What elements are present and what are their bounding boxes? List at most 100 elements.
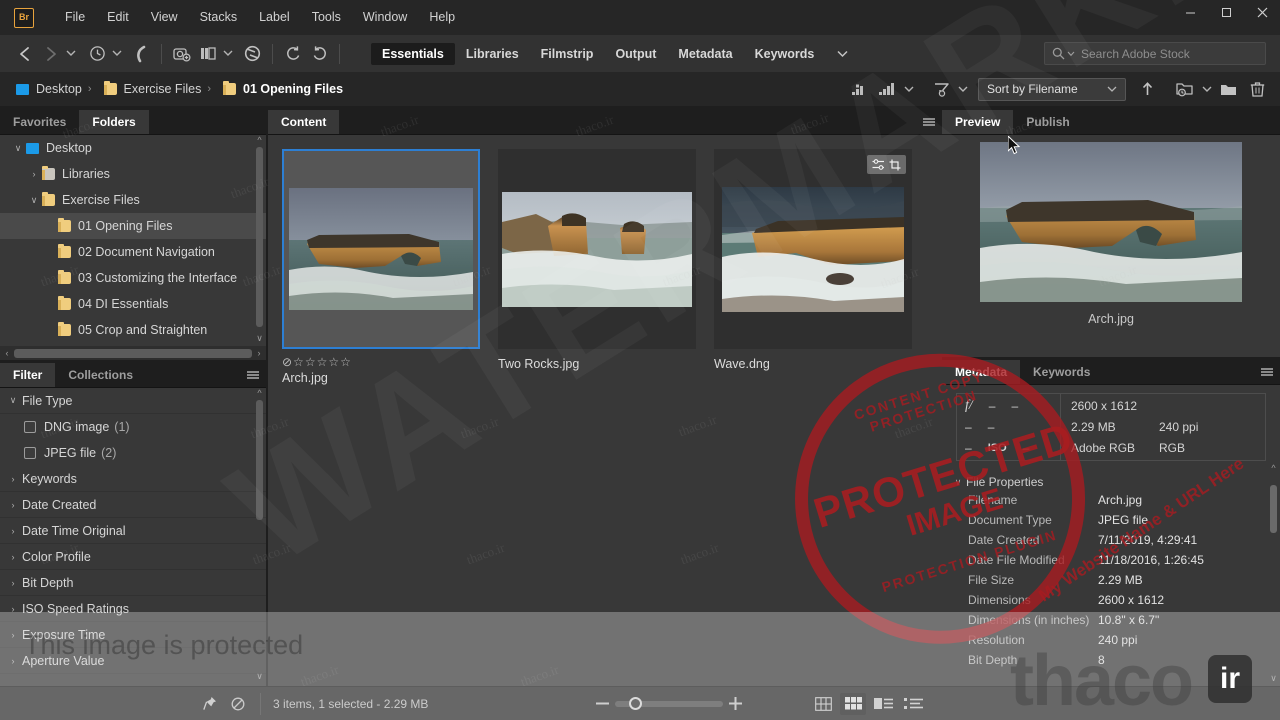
thumbnail-zoom-control[interactable] [596, 696, 742, 710]
workspace-tab-output[interactable]: Output [604, 43, 667, 65]
tree-item-libraries[interactable]: › Libraries [0, 161, 266, 187]
forward-icon[interactable] [38, 41, 64, 67]
filter-group-date-created[interactable]: › Date Created [0, 492, 266, 518]
twisty-icon[interactable]: › [4, 526, 22, 536]
content-panel-menu-icon[interactable] [916, 110, 942, 134]
minimize-button[interactable] [1172, 0, 1208, 28]
filter-group-exposure-time[interactable]: › Exposure Time [0, 622, 266, 648]
menu-stacks[interactable]: Stacks [189, 0, 249, 35]
menu-edit[interactable]: Edit [96, 0, 140, 35]
details-view-button[interactable] [870, 693, 896, 715]
filter-vertical-scrollbar[interactable]: ^ ∨ [255, 388, 264, 682]
open-in-camera-raw-icon[interactable] [239, 41, 265, 67]
history-dropdown-caret-icon[interactable] [110, 41, 124, 67]
pin-icon[interactable] [196, 692, 224, 716]
scroll-up-icon[interactable]: ^ [1269, 463, 1278, 473]
refine-dropdown-caret-icon[interactable] [221, 41, 235, 67]
scroll-down-icon[interactable]: ∨ [255, 333, 264, 344]
tab-publish[interactable]: Publish [1013, 110, 1082, 134]
no-filter-icon[interactable] [224, 692, 252, 716]
folders-vertical-scrollbar[interactable]: ^ ∨ [255, 135, 264, 344]
filter-rating-menu-icon[interactable] [874, 76, 900, 102]
checkbox[interactable] [24, 421, 36, 433]
zoom-slider[interactable] [615, 696, 723, 710]
tree-item-05-crop-and-straighten[interactable]: 05 Crop and Straighten [0, 317, 266, 343]
twisty-icon[interactable]: › [4, 578, 22, 588]
sort-ascending-icon[interactable] [1134, 76, 1160, 102]
thumbnail-item[interactable]: ⊘☆☆☆☆☆ Arch.jpg [282, 149, 482, 385]
twisty-icon[interactable]: › [4, 500, 22, 510]
workspace-tab-libraries[interactable]: Libraries [455, 43, 530, 65]
menu-tools[interactable]: Tools [301, 0, 352, 35]
thumbnail-view-button[interactable] [840, 692, 866, 715]
thumbnail-two-rocks-jpg[interactable] [498, 149, 696, 349]
tree-item-03-customizing-the-interface[interactable]: 03 Customizing the Interface [0, 265, 266, 291]
tree-item-desktop[interactable]: ∨ Desktop [0, 135, 266, 161]
twisty-icon[interactable]: › [4, 552, 22, 562]
scroll-thumb[interactable] [1270, 485, 1277, 533]
breadcrumb-exercise-files[interactable]: Exercise Files [98, 81, 201, 96]
new-folder-icon[interactable] [1216, 76, 1242, 102]
twisty-icon[interactable]: ∨ [4, 395, 22, 406]
filter-item-jpeg-file[interactable]: JPEG file (2) [0, 440, 266, 466]
filter-group-date-time-original[interactable]: › Date Time Original [0, 518, 266, 544]
tab-content[interactable]: Content [268, 110, 340, 134]
folders-horizontal-scrollbar[interactable]: ‹ › [0, 346, 266, 360]
breadcrumb-desktop[interactable]: Desktop [10, 82, 82, 96]
thumbnail-arch-jpg[interactable] [282, 149, 480, 349]
thumbnail-grid[interactable]: ⊘☆☆☆☆☆ Arch.jpg Two Rocks.jpg Wave.dng [268, 135, 942, 686]
sort-by-select[interactable]: Sort by Filename [978, 77, 1126, 101]
workspace-tab-filmstrip[interactable]: Filmstrip [530, 43, 605, 65]
twisty-icon[interactable]: › [26, 169, 42, 179]
metadata-group-file-properties[interactable]: ∨ File Properties [950, 471, 1270, 493]
tab-metadata[interactable]: Metadata [942, 360, 1021, 384]
scroll-down-icon[interactable]: ∨ [1269, 673, 1278, 684]
twisty-icon[interactable]: ∨ [26, 195, 42, 206]
list-view-button[interactable] [900, 693, 926, 715]
menu-label[interactable]: Label [248, 0, 301, 35]
workspace-tab-essentials[interactable]: Essentials [371, 42, 455, 65]
metadata-panel-menu-icon[interactable] [1254, 360, 1280, 384]
back-icon[interactable] [12, 41, 38, 67]
scroll-right-icon[interactable]: › [254, 348, 264, 358]
thumbnail-wave-dng[interactable] [714, 149, 912, 349]
twisty-icon[interactable]: › [4, 474, 22, 484]
scroll-thumb[interactable] [14, 348, 252, 358]
twisty-icon[interactable]: › [4, 630, 22, 640]
delete-icon[interactable] [1244, 76, 1270, 102]
rating-stars[interactable]: ⊘☆☆☆☆☆ [282, 355, 482, 369]
tab-preview[interactable]: Preview [942, 110, 1014, 134]
filter-funnel-icon[interactable] [928, 76, 954, 102]
scroll-left-icon[interactable]: ‹ [2, 348, 12, 358]
filter-rating-icon[interactable] [846, 76, 872, 102]
new-folder-recent-icon[interactable] [1172, 76, 1198, 102]
workspace-tab-metadata[interactable]: Metadata [667, 43, 743, 65]
camera-import-icon[interactable] [169, 41, 195, 67]
tab-keywords[interactable]: Keywords [1020, 360, 1103, 384]
twisty-icon[interactable]: › [4, 656, 22, 666]
new-folder-caret-icon[interactable] [1200, 76, 1214, 102]
tab-collections[interactable]: Collections [55, 363, 146, 387]
workspace-overflow-caret-icon[interactable] [835, 41, 849, 67]
filter-group-color-profile[interactable]: › Color Profile [0, 544, 266, 570]
filter-group-iso-speed-ratings[interactable]: › ISO Speed Ratings [0, 596, 266, 622]
zoom-slider-knob[interactable] [629, 696, 642, 710]
tree-item-04-di-essentials[interactable]: 04 DI Essentials [0, 291, 266, 317]
thumbnail-item[interactable]: Two Rocks.jpg [498, 149, 698, 385]
filter-panel-menu-icon[interactable] [240, 363, 266, 387]
rotate-clockwise-icon[interactable] [306, 41, 332, 67]
twisty-icon[interactable]: › [4, 604, 22, 614]
boomerang-icon[interactable] [128, 41, 154, 67]
tree-item-02-document-navigation[interactable]: 02 Document Navigation [0, 239, 266, 265]
navigation-dropdown-caret-icon[interactable] [64, 41, 78, 67]
workspace-tab-keywords[interactable]: Keywords [744, 43, 826, 65]
checkbox[interactable] [24, 447, 36, 459]
filter-group-file-type[interactable]: ∨ File Type [0, 388, 266, 414]
breadcrumb-01-opening-files[interactable]: 01 Opening Files [217, 81, 343, 96]
tree-item-01-opening-files[interactable]: 01 Opening Files [0, 213, 266, 239]
rotate-counterclockwise-icon[interactable] [280, 41, 306, 67]
menu-help[interactable]: Help [418, 0, 466, 35]
scroll-down-icon[interactable]: ∨ [255, 671, 264, 682]
menu-window[interactable]: Window [352, 0, 418, 35]
tab-favorites[interactable]: Favorites [0, 110, 79, 134]
